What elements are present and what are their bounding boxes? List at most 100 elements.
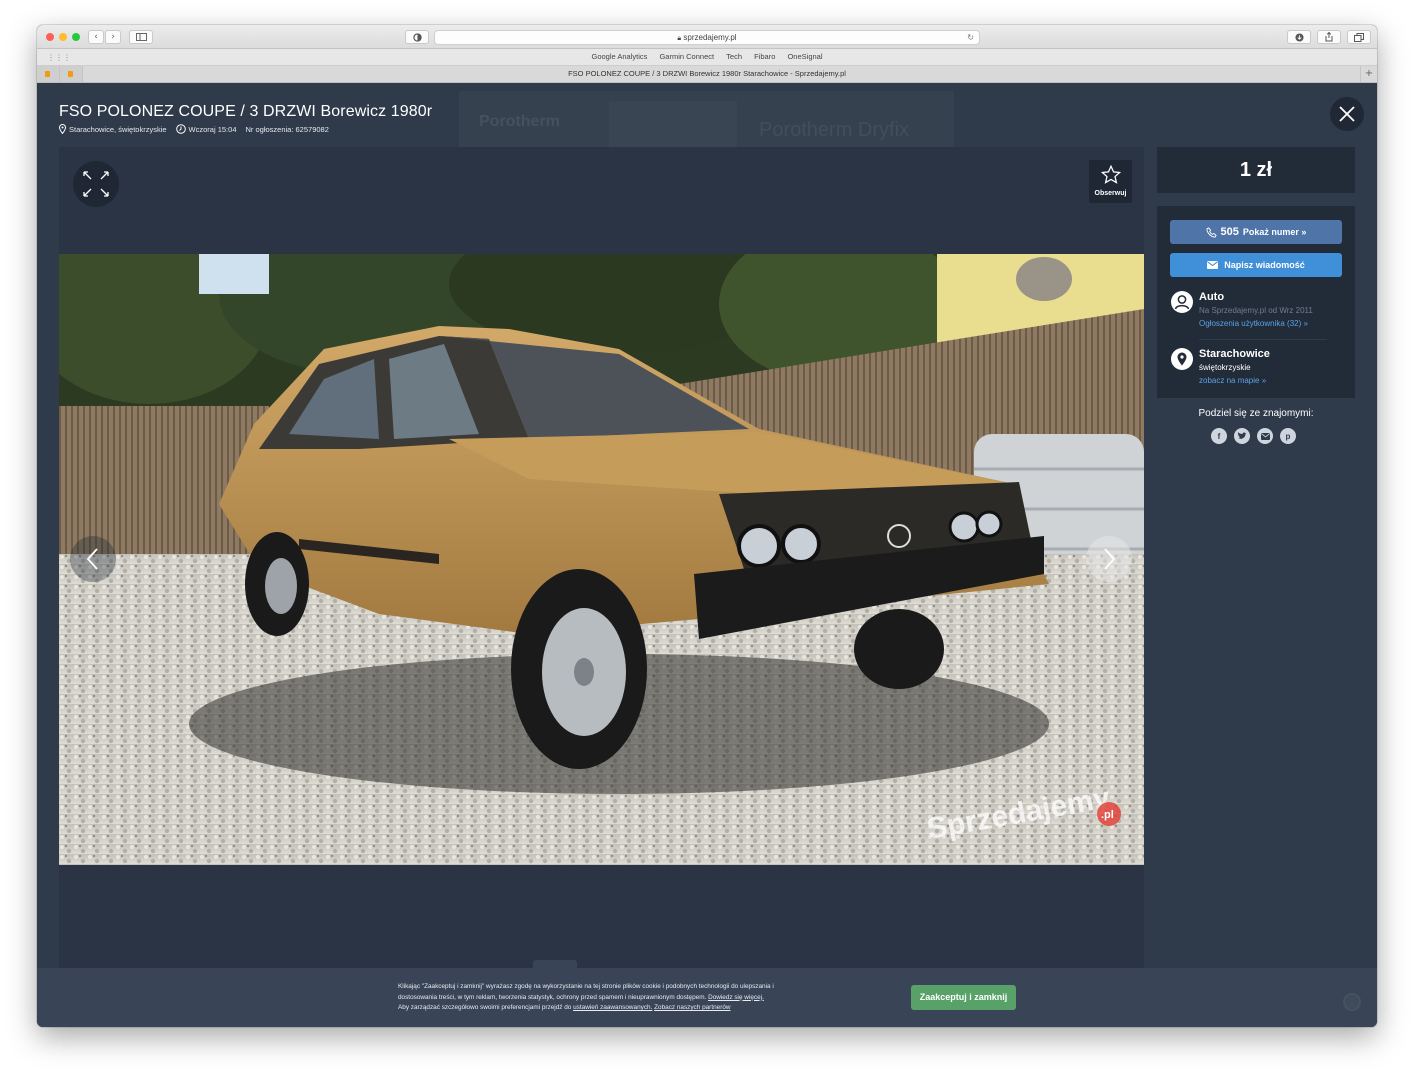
price-box: 1 zł: [1157, 147, 1355, 193]
privacy-report-button[interactable]: [405, 30, 429, 44]
chevron-left-icon: ‹: [94, 32, 98, 42]
cookie-line-3: Aby zarządzać szczegółowo swoimi prefere…: [398, 1004, 572, 1011]
new-tab-button[interactable]: +: [1360, 66, 1377, 82]
listing-ad-number: Nr ogłoszenia: 62579082: [245, 124, 329, 134]
location-region: świętokrzyskie: [1199, 363, 1251, 372]
favicon-icon: [45, 71, 50, 77]
browser-window: ‹ › 🔒︎ sprzedajemy.pl ↻ ⋮⋮⋮ Google Analy…: [37, 25, 1377, 1027]
location-city: Starachowice: [1199, 348, 1270, 360]
watermark-badge-text: .pl: [1101, 809, 1114, 821]
user-avatar-icon: [1171, 291, 1193, 313]
shield-icon: [412, 32, 422, 42]
bookmark-fibaro[interactable]: Fibaro: [754, 52, 775, 61]
facebook-icon[interactable]: f: [1211, 428, 1227, 444]
envelope-icon: [1207, 261, 1219, 269]
phone-icon: [1206, 226, 1217, 238]
seller-since: Na Sprzedajemy.pl od Wrz 2011: [1199, 306, 1313, 315]
watch-label: Obserwuj: [1094, 190, 1127, 197]
address-bar[interactable]: 🔒︎ sprzedajemy.pl ↻: [434, 30, 980, 45]
pinned-tab-1[interactable]: [37, 66, 60, 82]
tab-bar: FSO POLONEZ COUPE / 3 DRZWI Borewicz 198…: [37, 66, 1377, 83]
ad-brand: Porotherm: [479, 113, 560, 130]
next-photo-button[interactable]: [1086, 536, 1132, 582]
pinned-tab-2[interactable]: [60, 66, 83, 82]
grid-icon[interactable]: ⋮⋮⋮: [47, 50, 71, 66]
clock-icon: [175, 124, 186, 134]
bookmarks-bar: ⋮⋮⋮ Google Analytics Garmin Connect Tech…: [37, 49, 1377, 66]
location-pin-icon: [59, 124, 66, 134]
tabs-overview-button[interactable]: [1347, 30, 1371, 44]
lock-icon: 🔒︎: [677, 35, 682, 42]
seller-ads-link[interactable]: Ogłoszenia użytkownika (32) »: [1199, 319, 1308, 328]
share-icon: [1325, 32, 1333, 42]
watch-button[interactable]: Obserwuj: [1089, 160, 1132, 203]
listing-location: Starachowice, świętokrzyskie: [69, 124, 167, 134]
listing-posted: Wczoraj 15:04: [188, 124, 237, 134]
show-phone-button[interactable]: 505 Pokaż numer »: [1170, 220, 1342, 244]
sidebar-icon: [135, 33, 147, 41]
chevron-right-icon: ›: [111, 32, 115, 42]
cookie-consent-bar: Klikając "Zaakceptuj i zamknij" wyrażasz…: [37, 960, 1377, 1027]
cookie-partners-link[interactable]: Zobacz naszych partnerów: [654, 1004, 730, 1011]
accept-cookies-button[interactable]: Zaakceptuj i zamknij: [911, 985, 1016, 1010]
sidebar-toggle-button[interactable]: [129, 30, 153, 44]
twitter-icon[interactable]: [1234, 428, 1250, 444]
cookie-line-2: dostosowania treści, w tym reklam, tworz…: [398, 993, 707, 1001]
minimize-window-button[interactable]: [59, 33, 67, 41]
browser-toolbar: ‹ › 🔒︎ sprzedajemy.pl ↻: [37, 25, 1377, 49]
bookmark-onesignal[interactable]: OneSignal: [787, 52, 822, 61]
contact-panel: 505 Pokaż numer » Napisz wiadomość Auto …: [1157, 206, 1355, 398]
cookie-bar-tab: [533, 960, 577, 968]
cookie-text: Klikając "Zaakceptuj i zamknij" wyrażasz…: [398, 982, 838, 1014]
share-title: Podziel się ze znajomymi:: [1198, 408, 1314, 419]
map-pin-icon: [1171, 348, 1193, 370]
download-icon: [1294, 32, 1304, 42]
cookie-line-1: Klikając "Zaakceptuj i zamknij" wyrażasz…: [398, 983, 774, 990]
price-value: 1 zł: [1239, 159, 1273, 181]
send-message-button[interactable]: Napisz wiadomość: [1170, 253, 1342, 277]
seller-name: Auto: [1199, 291, 1225, 303]
ad-product-image: [609, 101, 737, 149]
phone-prefix: 505: [1220, 226, 1239, 238]
close-window-button[interactable]: [46, 33, 54, 41]
close-overlay-button[interactable]: [1330, 97, 1364, 131]
downloads-button[interactable]: [1287, 30, 1311, 44]
favicon-icon: [68, 71, 73, 77]
listing-title: FSO POLONEZ COUPE / 3 DRZWI Borewicz 198…: [59, 103, 433, 120]
listing-meta: Starachowice, świętokrzyskie Wczoraj 15:…: [59, 124, 329, 134]
share-button[interactable]: [1317, 30, 1341, 44]
cookie-settings-link[interactable]: ustawień zaawansowanych.: [573, 1004, 652, 1011]
divider: [1199, 339, 1327, 340]
photo-gallery: Sprzedajemy .pl Obserwuj: [59, 147, 1144, 969]
cookie-learn-more-link[interactable]: Dowiedz się więcej.: [708, 994, 764, 1001]
ad-product: Porotherm Dryfix: [759, 119, 910, 141]
forward-button[interactable]: ›: [105, 30, 121, 44]
bookmark-tech[interactable]: Tech: [726, 52, 742, 61]
email-share-icon[interactable]: [1257, 428, 1273, 444]
close-icon: [1339, 106, 1355, 122]
previous-photo-button[interactable]: [70, 536, 116, 582]
chevron-right-icon: [1104, 548, 1116, 570]
reload-icon[interactable]: ↻: [967, 31, 974, 44]
pinterest-icon[interactable]: p: [1280, 428, 1296, 444]
listing-overlay: Porotherm Porotherm Dryfix FSO POLONEZ C…: [37, 83, 1377, 1027]
fullscreen-button[interactable]: [73, 161, 119, 207]
show-on-map-link[interactable]: zobacz na mapie »: [1199, 376, 1266, 385]
bookmark-garmin-connect[interactable]: Garmin Connect: [659, 52, 714, 61]
active-tab-title[interactable]: FSO POLONEZ COUPE / 3 DRZWI Borewicz 198…: [568, 69, 846, 78]
car-photo[interactable]: Sprzedajemy .pl: [59, 254, 1144, 865]
chevron-left-icon: [86, 548, 98, 570]
help-icon[interactable]: [1343, 993, 1361, 1011]
expand-icon: [83, 171, 109, 197]
back-button[interactable]: ‹: [88, 30, 104, 44]
show-phone-label: Pokaż numer »: [1242, 227, 1307, 237]
url-text: sprzedajemy.pl: [683, 33, 737, 42]
car-image: Sprzedajemy .pl: [59, 254, 1144, 865]
send-message-label: Napisz wiadomość: [1224, 260, 1305, 270]
tabs-icon: [1354, 32, 1364, 42]
star-icon: [1100, 164, 1121, 184]
background-ad: Porotherm Porotherm Dryfix: [459, 91, 954, 151]
zoom-window-button[interactable]: [72, 33, 80, 41]
share-icons: f p: [1211, 428, 1296, 444]
bookmark-google-analytics[interactable]: Google Analytics: [592, 52, 648, 61]
